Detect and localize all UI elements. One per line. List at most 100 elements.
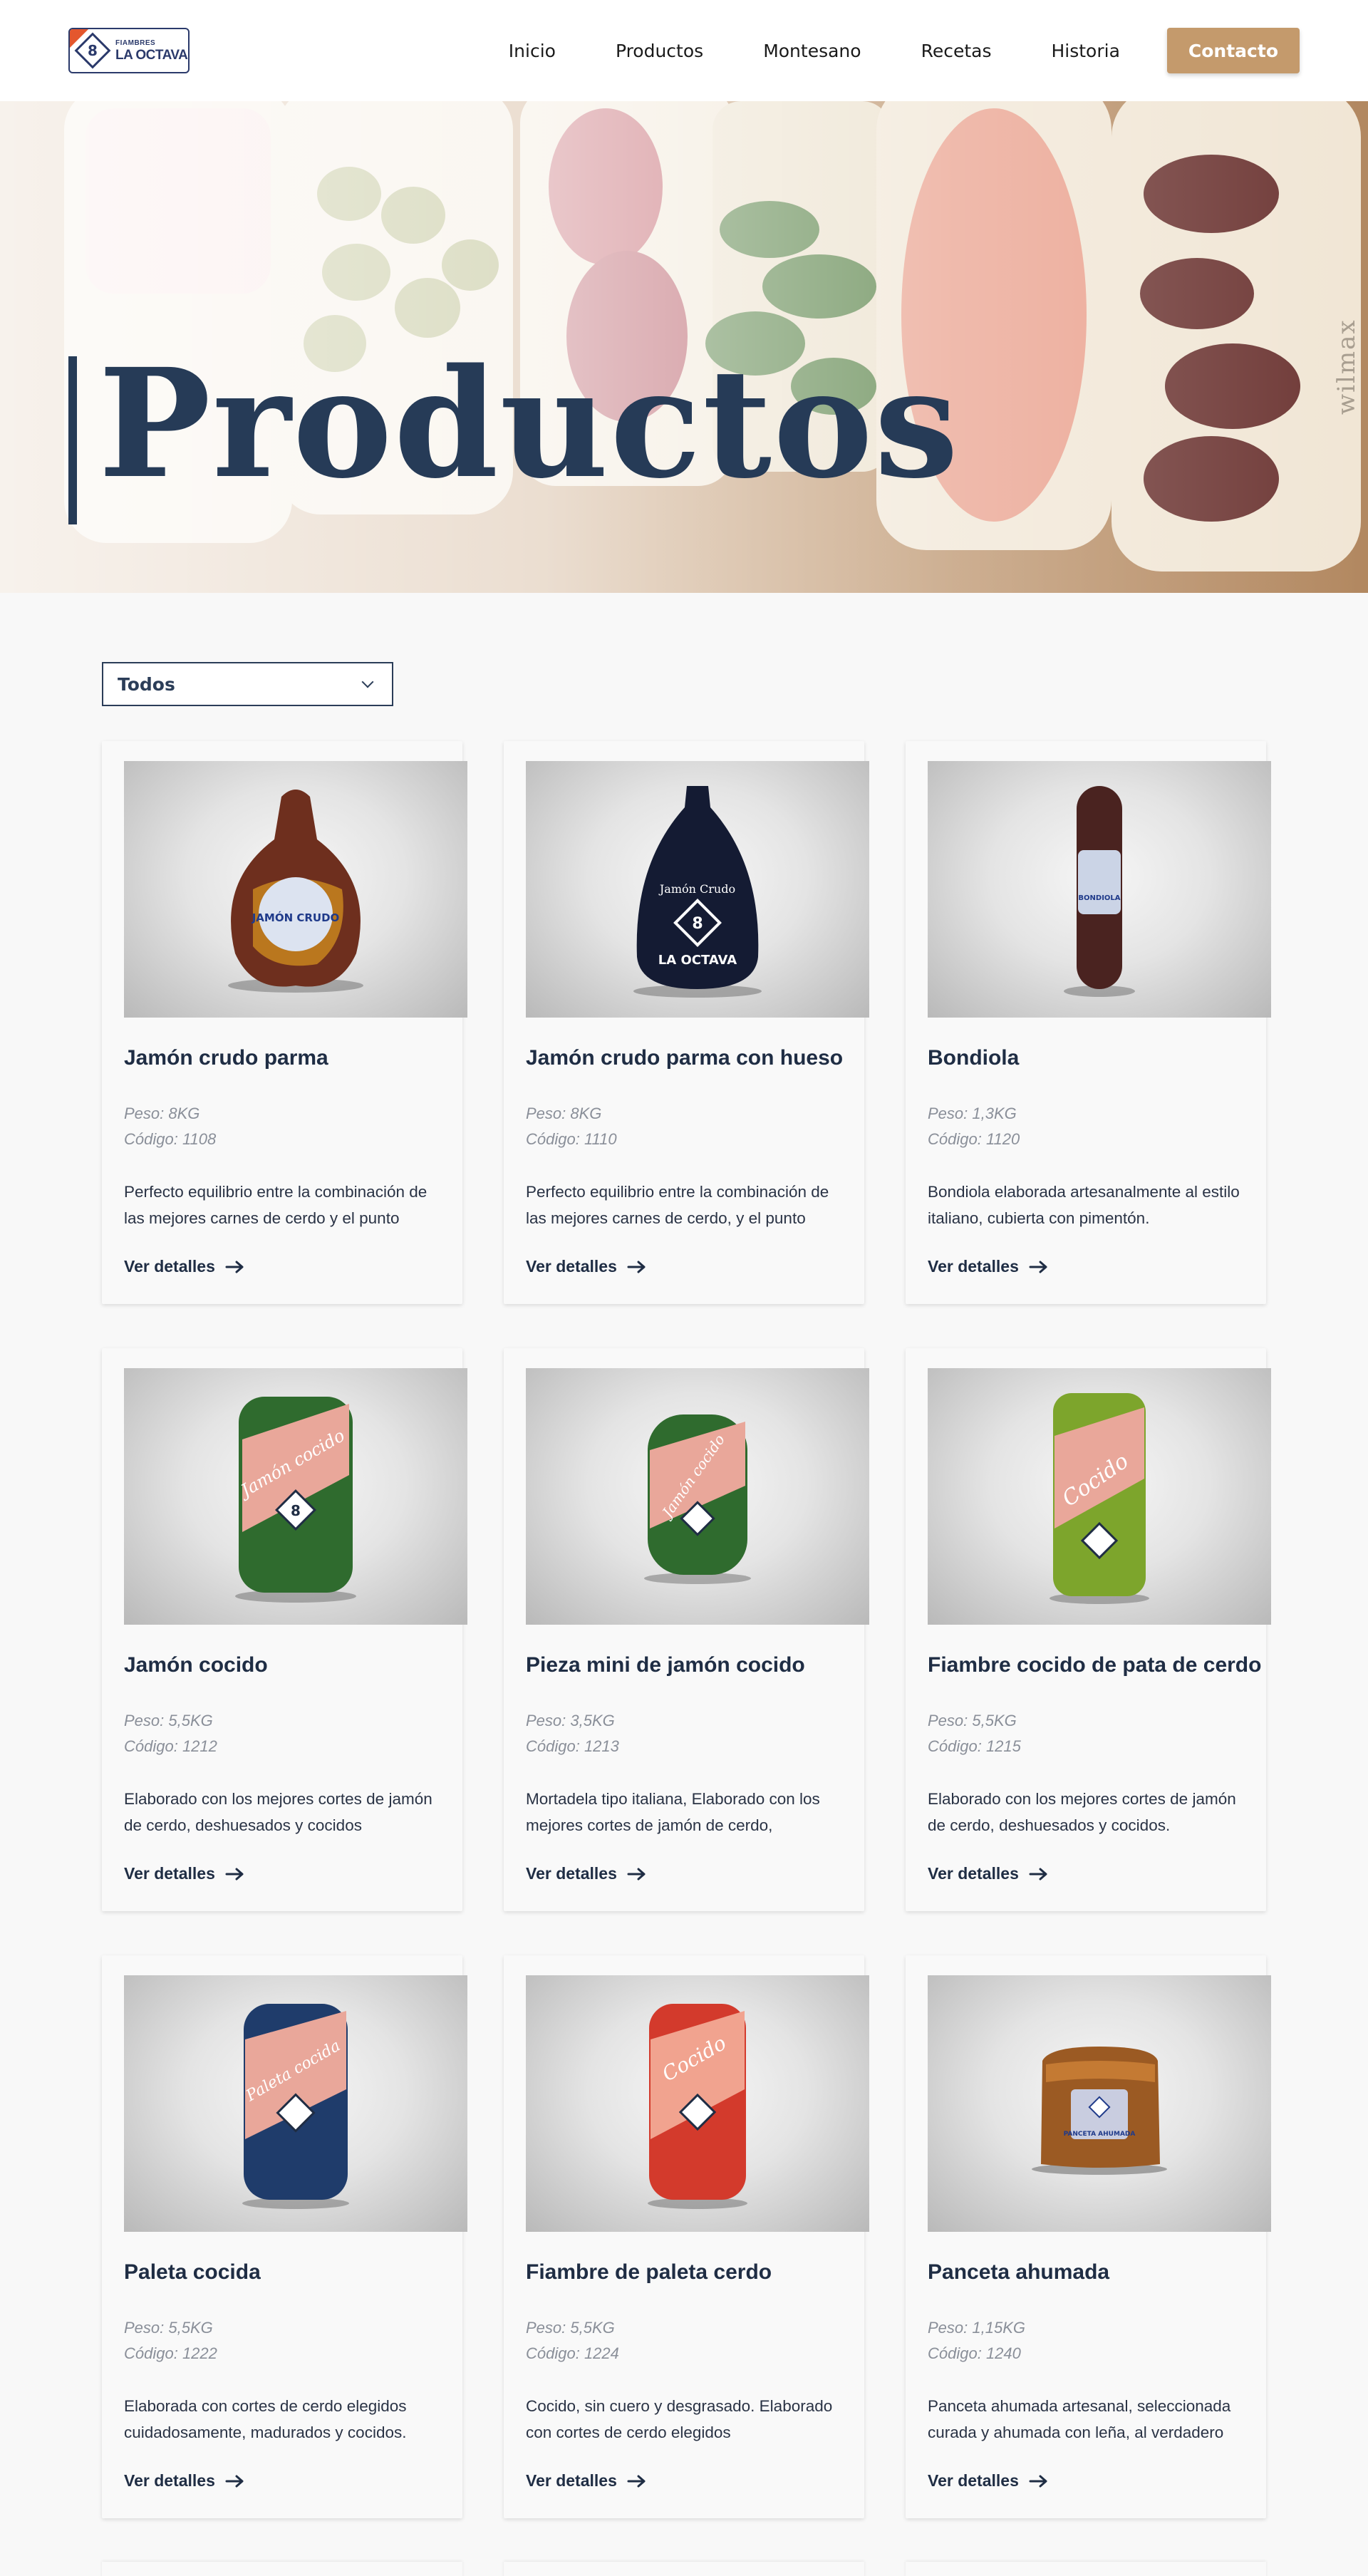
product-image: Cocido — [526, 1975, 869, 2232]
product-image: Cocido — [928, 1368, 1271, 1625]
product-name: Fiambre de paleta cerdo — [526, 2260, 772, 2284]
paleta-cerdo-pack-icon: Cocido — [648, 2004, 747, 2209]
svg-text:LA OCTAVA: LA OCTAVA — [658, 953, 737, 968]
product-description: Panceta ahumada artesanal, seleccionada … — [928, 2397, 1231, 2441]
product-code: Código: 1222 — [124, 2344, 217, 2362]
product-description: Elaborado con los mejores cortes de jamó… — [124, 1790, 432, 1834]
category-filter-value: Todos — [118, 673, 175, 695]
product-description: Perfecto equilibrio entre la combinación… — [526, 1183, 829, 1227]
product-card[interactable]: JAMÓN CRUDO Jamón crudo parma Peso: 8KG … — [102, 741, 467, 1304]
view-details-link[interactable]: Ver detalles — [928, 2471, 1049, 2490]
view-details-link[interactable]: Ver detalles — [526, 1257, 647, 1276]
view-details-link[interactable]: Ver detalles — [928, 1257, 1049, 1276]
hero-banner: Productos wilmax — [0, 101, 1368, 593]
product-card[interactable]: Jamón Crudo 8 LA OCTAVA Jamón crudo parm… — [504, 741, 869, 1304]
nav-link-historia[interactable]: Historia — [1051, 41, 1119, 61]
product-image: Paleta cocida — [124, 1975, 467, 2232]
product-card-partial — [906, 2562, 1266, 2576]
product-weight: Peso: 5,5KG — [124, 2319, 213, 2337]
product-description: Perfecto equilibrio entre la combinación… — [124, 1183, 428, 1227]
product-card[interactable]: PANCETA AHUMADA Panceta ahumada Peso: 1,… — [906, 1955, 1271, 2518]
product-description: Bondiola elaborada artesanalmente al est… — [928, 1183, 1240, 1227]
ham-bag-icon: Jamón Crudo 8 LA OCTAVA — [633, 786, 762, 998]
product-weight: Peso: 1,15KG — [928, 2319, 1025, 2337]
hero-image-watermark: wilmax — [1332, 319, 1361, 415]
contact-button[interactable]: Contacto — [1166, 28, 1300, 73]
product-image: JAMÓN CRUDO — [124, 761, 467, 1018]
product-name: Paleta cocida — [124, 2260, 261, 2284]
nav-link-montesano[interactable]: Montesano — [763, 41, 861, 61]
nav-link-inicio[interactable]: Inicio — [509, 41, 556, 61]
arrow-right-icon — [225, 2475, 244, 2487]
product-description: Elaborada con cortes de cerdo elegidos c… — [124, 2397, 407, 2441]
arrow-right-icon — [627, 1868, 646, 1880]
product-code: Código: 1240 — [928, 2344, 1021, 2362]
brand-logo[interactable]: 8 FIAMBRES LA OCTAVA — [68, 28, 190, 73]
page-title: Productos — [98, 336, 960, 512]
product-image: Jamón cocido 8 — [124, 1368, 467, 1625]
ham-leg-icon: JAMÓN CRUDO — [228, 790, 363, 993]
product-card-partial — [504, 2562, 864, 2576]
view-details-link[interactable]: Ver detalles — [928, 1864, 1049, 1883]
product-description: Cocido, sin cuero y desgrasado. Elaborad… — [526, 2397, 833, 2441]
view-details-label: Ver detalles — [526, 1257, 617, 1276]
view-details-link[interactable]: Ver detalles — [124, 2471, 245, 2490]
svg-text:JAMÓN CRUDO: JAMÓN CRUDO — [252, 911, 340, 924]
product-card[interactable]: Jamón cocido Pieza mini de jamón cocido … — [504, 1348, 869, 1911]
arrow-right-icon — [1029, 2475, 1047, 2487]
nav-link-productos[interactable]: Productos — [616, 41, 703, 61]
arrow-right-icon — [225, 1868, 244, 1880]
product-name: Fiambre cocido de pata de cerdo — [928, 1653, 1262, 1677]
product-card[interactable]: Cocido Fiambre de paleta cerdo Peso: 5,5… — [504, 1955, 869, 2518]
product-name: Jamón cocido — [124, 1653, 268, 1677]
product-description: Elaborado con los mejores cortes de jamó… — [928, 1790, 1236, 1834]
hero-title-accent-bar — [68, 356, 77, 524]
view-details-link[interactable]: Ver detalles — [526, 1864, 647, 1883]
bondiola-icon: BONDIOLA — [1064, 786, 1135, 997]
nav-link-recetas[interactable]: Recetas — [921, 41, 992, 61]
view-details-label: Ver detalles — [928, 2471, 1019, 2490]
product-image: Jamón Crudo 8 LA OCTAVA — [526, 761, 869, 1018]
product-code: Código: 1213 — [526, 1737, 619, 1755]
pork-leg-pack-icon: Cocido — [1050, 1393, 1149, 1604]
product-card[interactable]: Cocido Fiambre cocido de pata de cerdo P… — [906, 1348, 1271, 1911]
product-weight: Peso: 5,5KG — [526, 2319, 615, 2337]
view-details-link[interactable]: Ver detalles — [526, 2471, 647, 2490]
product-image: Jamón cocido — [526, 1368, 869, 1625]
logo-text: FIAMBRES LA OCTAVA — [115, 38, 188, 63]
arrow-right-icon — [1029, 1868, 1047, 1880]
panceta-icon: PANCETA AHUMADA — [1032, 2047, 1167, 2175]
product-code: Código: 1212 — [124, 1737, 217, 1755]
view-details-label: Ver detalles — [526, 1864, 617, 1883]
product-code: Código: 1215 — [928, 1737, 1021, 1755]
svg-text:8: 8 — [692, 915, 703, 933]
product-weight: Peso: 5,5KG — [928, 1712, 1017, 1729]
arrow-right-icon — [627, 1261, 646, 1273]
view-details-label: Ver detalles — [124, 2471, 215, 2490]
product-name: Bondiola — [928, 1046, 1020, 1070]
product-card[interactable]: Paleta cocida Paleta cocida Peso: 5,5KG … — [102, 1955, 467, 2518]
product-code: Código: 1224 — [526, 2344, 619, 2362]
svg-text:BONDIOLA: BONDIOLA — [1078, 894, 1120, 902]
view-details-link[interactable]: Ver detalles — [124, 1864, 245, 1883]
product-weight: Peso: 5,5KG — [124, 1712, 213, 1729]
paleta-pack-icon: Paleta cocida — [242, 2004, 349, 2209]
svg-text:8: 8 — [291, 1502, 301, 1519]
mini-ham-pack-icon: Jamón cocido — [644, 1414, 751, 1584]
logo-small-text: FIAMBRES — [115, 38, 156, 47]
product-card[interactable]: BONDIOLA Bondiola Peso: 1,3KG Código: 11… — [906, 741, 1271, 1304]
product-weight: Peso: 3,5KG — [526, 1712, 615, 1729]
product-card[interactable]: Jamón cocido 8 Jamón cocido Peso: 5,5KG … — [102, 1348, 467, 1911]
view-details-label: Ver detalles — [928, 1864, 1019, 1883]
svg-text:Jamón Crudo: Jamón Crudo — [658, 882, 735, 896]
product-description: Mortadela tipo italiana, Elaborado con l… — [526, 1790, 820, 1834]
logo-badge-number: 8 — [88, 41, 98, 59]
arrow-right-icon — [1029, 1261, 1047, 1273]
product-code: Código: 1120 — [928, 1130, 1020, 1148]
logo-brand-name: LA OCTAVA — [115, 47, 188, 63]
product-name: Jamón crudo parma con hueso — [526, 1046, 844, 1070]
arrow-right-icon — [627, 2475, 646, 2487]
view-details-link[interactable]: Ver detalles — [124, 1257, 245, 1276]
category-filter-select[interactable]: Todos — [102, 662, 393, 706]
product-image: BONDIOLA — [928, 761, 1271, 1018]
